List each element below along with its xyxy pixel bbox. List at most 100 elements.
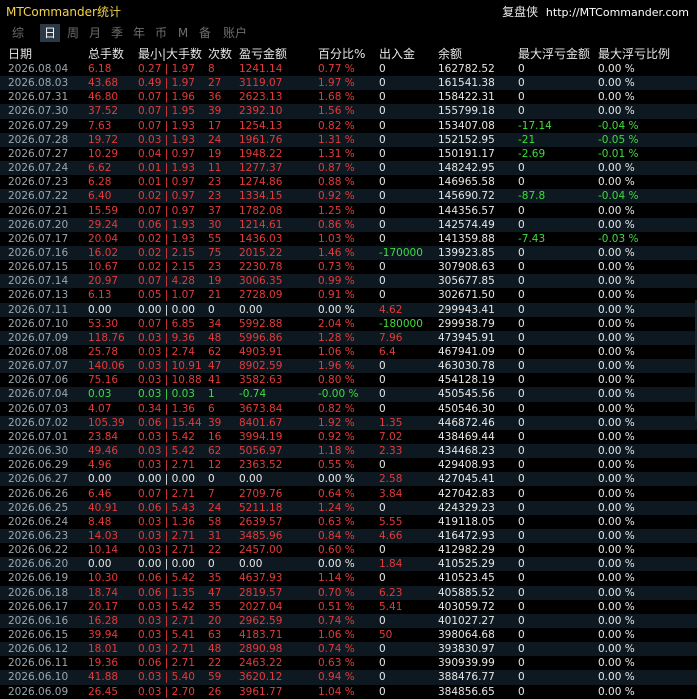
cell-col-6: 0 bbox=[379, 289, 386, 302]
cell-col-9: 0.00 % bbox=[598, 162, 635, 175]
tab-6[interactable]: 币 bbox=[152, 24, 170, 42]
table-row[interactable]: 2026.07.31 46.80 0.07 | 1.96 36 2623.13 1.68 … bbox=[0, 90, 697, 104]
cell-col-0: 2026.07.21 bbox=[8, 204, 69, 217]
table-row[interactable]: 2026.07.16 16.02 0.02 | 2.15 75 2015.22 1.46 … bbox=[0, 245, 697, 261]
tab-4[interactable]: 季 bbox=[108, 24, 126, 42]
table-row[interactable]: 2026.07.14 20.97 0.07 | 4.28 19 3006.35 0.99 … bbox=[0, 274, 697, 289]
table-row[interactable]: 2026.06.12 18.01 0.03 | 2.71 48 2890.98 0.74 … bbox=[0, 642, 697, 657]
table-row[interactable]: 2026.07.06 75.16 0.03 | 10.88 41 3582.63 0.80… bbox=[0, 373, 697, 387]
table-row[interactable]: 2026.07.23 6.28 0.01 | 0.97 23 1274.86 0.88 %… bbox=[0, 175, 697, 189]
column-header-6[interactable]: 出入金 bbox=[379, 45, 415, 62]
cell-col-4: 2962.59 bbox=[239, 614, 283, 627]
table-row[interactable]: 2026.06.17 20.17 0.03 | 5.42 35 2027.04 0.51 … bbox=[0, 600, 697, 614]
cell-col-7: 305677.85 bbox=[438, 275, 495, 288]
column-header-5[interactable]: 百分比% bbox=[318, 45, 365, 62]
tab-7[interactable]: M bbox=[174, 24, 192, 42]
cell-col-4: 2819.57 bbox=[239, 586, 283, 599]
table-row[interactable]: 2026.07.01 23.84 0.03 | 5.42 16 3994.19 0.92 … bbox=[0, 430, 697, 444]
column-header-0[interactable]: 日期 bbox=[8, 45, 32, 62]
tab-2[interactable]: 周 bbox=[64, 24, 82, 42]
table-row[interactable]: 2026.06.15 39.94 0.03 | 5.41 63 4183.71 1.06 … bbox=[0, 628, 697, 642]
cell-col-5: 0.64 % bbox=[318, 487, 355, 500]
cell-col-0: 2026.07.31 bbox=[8, 91, 69, 104]
table-row[interactable]: 2026.06.19 10.30 0.06 | 5.42 35 4637.93 1.14 … bbox=[0, 571, 697, 585]
cell-col-9: 0.00 % bbox=[598, 643, 635, 656]
table-row[interactable]: 2026.07.03 4.07 0.34 | 1.36 6 3673.84 0.82 % 0… bbox=[0, 402, 697, 416]
table-row[interactable]: 2026.07.22 6.40 0.02 | 0.97 23 1334.15 0.92 %… bbox=[0, 189, 697, 204]
tab-9[interactable]: 账户 bbox=[220, 24, 250, 42]
table-row[interactable]: 2026.07.13 6.13 0.05 | 1.07 21 2728.09 0.91 %… bbox=[0, 288, 697, 302]
cell-col-5: 0.63 % bbox=[318, 657, 355, 670]
column-header-9[interactable]: 最大浮亏比例 bbox=[598, 45, 670, 62]
table-row[interactable]: 2026.07.07 140.06 0.03 | 10.91 47 8902.59 1.9… bbox=[0, 359, 697, 374]
column-header-2[interactable]: 最小|大手数 bbox=[138, 45, 202, 62]
table-row[interactable]: 2026.06.29 4.96 0.03 | 2.71 12 2363.52 0.55 %… bbox=[0, 458, 697, 472]
table-row[interactable]: 2026.08.03 43.68 0.49 | 1.97 27 3119.07 1.97 … bbox=[0, 76, 697, 91]
tab-0[interactable]: 综 bbox=[8, 24, 28, 42]
cell-col-2: 0.03 | 2.71 bbox=[138, 643, 195, 656]
table-row[interactable]: 2026.07.27 10.29 0.04 | 0.97 19 1948.22 1.31 … bbox=[0, 147, 697, 161]
website-link[interactable]: http://MTCommander.com bbox=[546, 6, 689, 19]
cell-col-4: 4183.71 bbox=[239, 629, 283, 641]
column-header-7[interactable]: 余额 bbox=[438, 45, 462, 62]
tab-5[interactable]: 年 bbox=[130, 24, 148, 42]
table-row[interactable]: 2026.07.28 19.72 0.03 | 1.93 24 1961.76 1.31 … bbox=[0, 132, 697, 147]
table-row[interactable]: 2026.06.10 41.88 0.03 | 5.40 59 3620.12 0.94 … bbox=[0, 670, 697, 685]
cell-col-1: 6.40 bbox=[88, 190, 112, 203]
brand-link[interactable]: 复盘侠 bbox=[502, 5, 538, 19]
cell-col-6: 0 bbox=[379, 162, 386, 175]
cell-col-0: 2026.06.18 bbox=[8, 586, 69, 599]
cell-col-9: 0.00 % bbox=[598, 77, 635, 90]
cell-col-9: 0.00 % bbox=[598, 487, 635, 500]
cell-col-9: -0.04 % bbox=[598, 119, 639, 132]
cell-col-6: 4.66 bbox=[379, 529, 403, 542]
cell-col-3: 1 bbox=[208, 388, 215, 401]
table-row[interactable]: 2026.07.29 7.63 0.07 | 1.93 17 1254.13 0.82 %… bbox=[0, 119, 697, 133]
table-row[interactable]: 2026.06.30 49.46 0.03 | 5.42 62 5056.97 1.18 … bbox=[0, 444, 697, 459]
column-header-1[interactable]: 总手数 bbox=[88, 45, 124, 62]
table-row[interactable]: 2026.07.10 53.30 0.07 | 6.85 34 5992.88 2.04 … bbox=[0, 317, 697, 331]
cell-col-8: -87.8 bbox=[518, 190, 546, 203]
cell-col-7: 155799.18 bbox=[438, 105, 495, 118]
table-row[interactable]: 2026.07.11 0.00 0.00 | 0.00 0 0.00 0.00 % 4.62… bbox=[0, 302, 697, 317]
table-row[interactable]: 2026.07.20 29.24 0.06 | 1.93 30 1214.61 0.86 … bbox=[0, 217, 697, 232]
table-row[interactable]: 2026.06.27 0.00 0.00 | 0.00 0 0.00 0.00 % 2.58… bbox=[0, 472, 697, 487]
tab-8[interactable]: 备 bbox=[196, 24, 214, 42]
cell-col-8: 0 bbox=[518, 629, 525, 641]
cell-col-4: 4637.93 bbox=[239, 572, 283, 585]
cell-col-1: 8.48 bbox=[88, 515, 112, 528]
tab-1[interactable]: 日 bbox=[40, 24, 60, 42]
table-row[interactable]: 2026.07.17 20.04 0.02 | 1.93 55 1436.03 1.03 … bbox=[0, 232, 697, 246]
table-row[interactable]: 2026.06.24 8.48 0.03 | 1.36 58 2639.57 0.63 %… bbox=[0, 515, 697, 529]
table-row[interactable]: 2026.06.23 14.03 0.03 | 2.71 31 3485.96 0.84 … bbox=[0, 528, 697, 544]
table-row[interactable]: 2026.07.24 6.62 0.01 | 1.93 11 1277.37 0.87 %… bbox=[0, 161, 697, 176]
table-row[interactable]: 2026.07.30 37.52 0.07 | 1.95 39 2392.10 1.56 … bbox=[0, 104, 697, 119]
table-row[interactable]: 2026.07.09 118.76 0.03 | 9.36 48 5996.86 1.28… bbox=[0, 330, 697, 345]
cell-col-2: 0.06 | 2.71 bbox=[138, 657, 195, 670]
table-row[interactable]: 2026.06.20 0.00 0.00 | 0.00 0 0.00 0.00 % 1.84… bbox=[0, 557, 697, 572]
column-header-8[interactable]: 最大浮亏金额 bbox=[518, 45, 590, 62]
cell-col-3: 24 bbox=[208, 501, 222, 514]
column-header-4[interactable]: 盈亏金额 bbox=[239, 45, 287, 62]
cell-col-4: 1241.14 bbox=[239, 63, 283, 75]
table-row[interactable]: 2026.07.02 105.39 0.06 | 15.44 39 8401.67 1.9… bbox=[0, 415, 697, 430]
column-header-3[interactable]: 次数 bbox=[208, 45, 232, 62]
table-row[interactable]: 2026.06.22 10.14 0.03 | 2.71 22 2457.00 0.60 … bbox=[0, 543, 697, 557]
table-row[interactable]: 2026.07.08 25.78 0.03 | 2.74 62 4903.91 1.06 … bbox=[0, 345, 697, 359]
table-row[interactable]: 2026.07.04 0.03 0.03 | 0.03 1 -0.74 -0.00 % 0 4… bbox=[0, 387, 697, 402]
tab-3[interactable]: 月 bbox=[86, 24, 104, 42]
cell-col-4: 2015.22 bbox=[239, 246, 283, 259]
cell-col-9: 0.00 % bbox=[598, 614, 635, 627]
cell-col-4: -0.74 bbox=[239, 388, 267, 401]
table-row[interactable]: 2026.06.18 18.74 0.06 | 1.35 47 2819.57 0.70 … bbox=[0, 585, 697, 600]
table-row[interactable]: 2026.06.26 6.46 0.07 | 2.71 7 2709.76 0.64 % 3… bbox=[0, 487, 697, 501]
table-row[interactable]: 2026.06.25 40.91 0.06 | 5.43 24 5211.18 1.24 … bbox=[0, 500, 697, 515]
cell-col-9: 0.00 % bbox=[598, 346, 635, 358]
table-row[interactable]: 2026.06.09 26.45 0.03 | 2.70 26 3961.77 1.04 … bbox=[0, 685, 697, 699]
cell-col-1: 46.80 bbox=[88, 91, 119, 104]
table-row[interactable]: 2026.06.11 19.36 0.06 | 2.71 22 2463.22 0.63 … bbox=[0, 656, 697, 670]
table-row[interactable]: 2026.07.15 10.67 0.02 | 2.15 23 2230.78 0.73 … bbox=[0, 260, 697, 274]
table-row[interactable]: 2026.07.21 15.59 0.07 | 0.97 37 1782.08 1.25 … bbox=[0, 204, 697, 218]
table-row[interactable]: 2026.06.16 16.28 0.03 | 2.71 20 2962.59 0.74 … bbox=[0, 613, 697, 628]
table-row[interactable]: 2026.08.04 6.18 0.27 | 1.97 8 1241.14 0.77 % 0… bbox=[0, 62, 697, 76]
